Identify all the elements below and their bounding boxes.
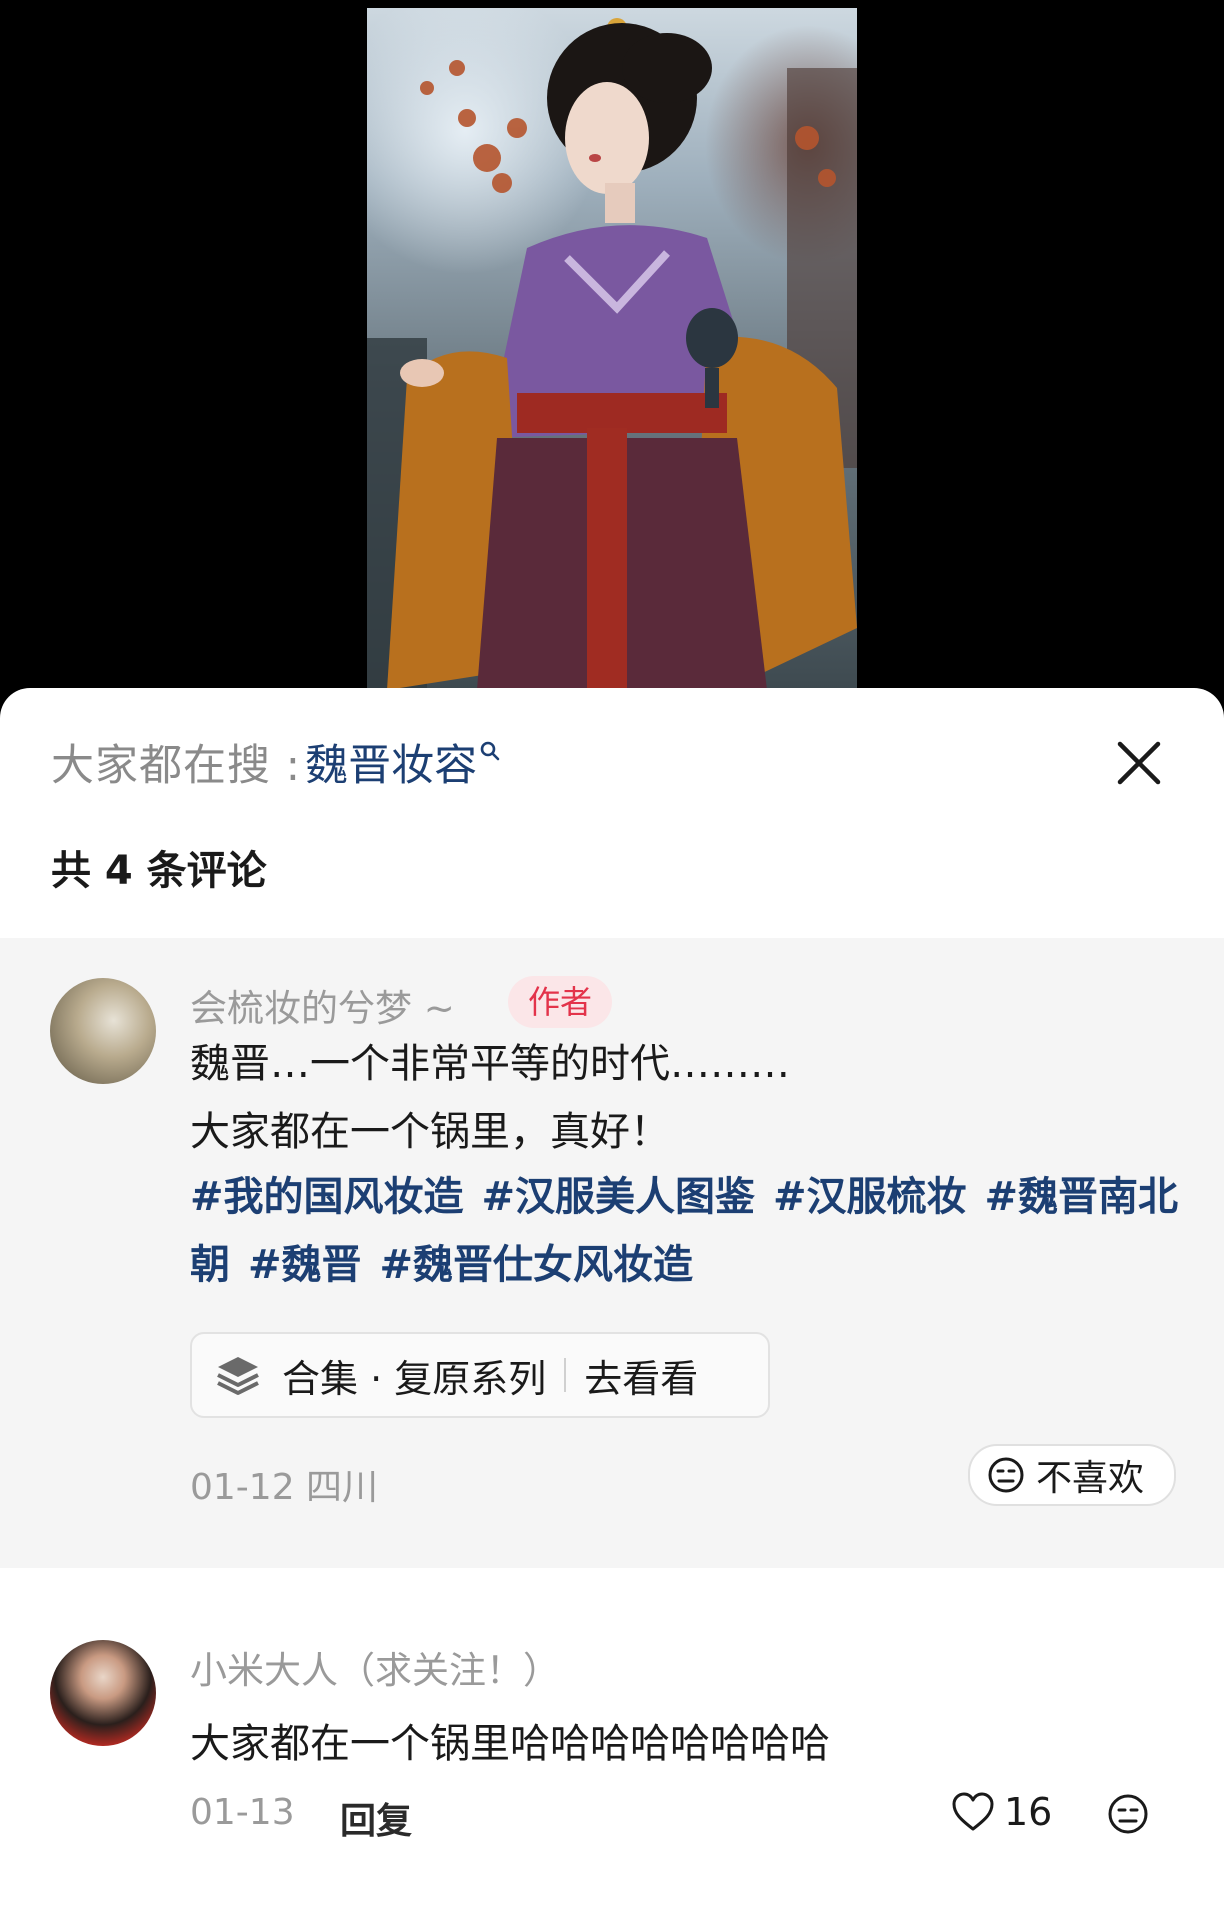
collection-label: 合集 · 复原系列 bbox=[282, 1356, 547, 1401]
post-photo[interactable] bbox=[367, 8, 857, 690]
author-comment-meta: 01-12 四川 bbox=[190, 1467, 379, 1508]
commenter-avatar[interactable] bbox=[50, 1640, 156, 1746]
search-icon bbox=[480, 741, 500, 761]
comment-count-title: 共 4 条评论 bbox=[51, 848, 267, 894]
comment-text: 大家都在一个锅里哈哈哈哈哈哈哈哈 bbox=[190, 1721, 830, 1767]
hashtag-link[interactable]: #魏晋 bbox=[248, 1242, 362, 1288]
hashtag-link[interactable]: #汉服美人图鉴 bbox=[482, 1174, 756, 1220]
author-comment-line-1: 魏晋…一个非常平等的时代……… bbox=[190, 1041, 790, 1087]
hashtag-link[interactable]: #魏晋仕女风妆造 bbox=[380, 1242, 694, 1288]
commenter-username[interactable]: 小米大人（求关注！） bbox=[190, 1640, 560, 1694]
heart-icon bbox=[952, 1792, 994, 1831]
trending-search-term[interactable]: 魏晋妆容 bbox=[305, 731, 477, 793]
reply-button[interactable]: 回复 bbox=[340, 1792, 412, 1844]
neutral-face-icon bbox=[988, 1457, 1024, 1493]
author-username[interactable]: 会梳妆的兮梦 ~ bbox=[190, 978, 455, 1032]
trending-search-bar[interactable]: 大家都在搜 : 魏晋妆容 bbox=[51, 732, 501, 792]
author-comment-line-2: 大家都在一个锅里，真好！ bbox=[190, 1109, 670, 1155]
collection-go-button[interactable]: 去看看 bbox=[584, 1348, 698, 1403]
hashtag-link[interactable]: #我的国风妆造 bbox=[190, 1174, 464, 1220]
hashtag-list: #我的国风妆造 #汉服美人图鉴 #汉服梳妆 #魏晋南北朝 #魏晋 #魏晋仕女风妆造 bbox=[190, 1163, 1180, 1299]
dislike-label: 不喜欢 bbox=[1036, 1458, 1145, 1499]
layers-icon bbox=[217, 1357, 259, 1395]
collection-card[interactable]: 合集 · 复原系列 去看看 bbox=[190, 1332, 770, 1418]
like-count: 16 bbox=[1004, 1790, 1053, 1834]
collection-divider bbox=[564, 1358, 567, 1392]
like-button[interactable]: 16 bbox=[950, 1790, 1052, 1834]
dislike-button[interactable]: 不喜欢 bbox=[968, 1444, 1176, 1506]
author-avatar[interactable] bbox=[50, 978, 156, 1084]
author-badge: 作者 bbox=[508, 976, 613, 1028]
close-icon[interactable] bbox=[1114, 738, 1164, 788]
hashtag-link[interactable]: #汉服梳妆 bbox=[773, 1174, 967, 1220]
neutral-face-icon[interactable] bbox=[1106, 1792, 1150, 1836]
comment-date: 01-13 bbox=[190, 1792, 295, 1833]
hanfu-portrait-illustration bbox=[367, 18, 857, 690]
trending-search-prefix: 大家都在搜 : bbox=[51, 741, 302, 791]
